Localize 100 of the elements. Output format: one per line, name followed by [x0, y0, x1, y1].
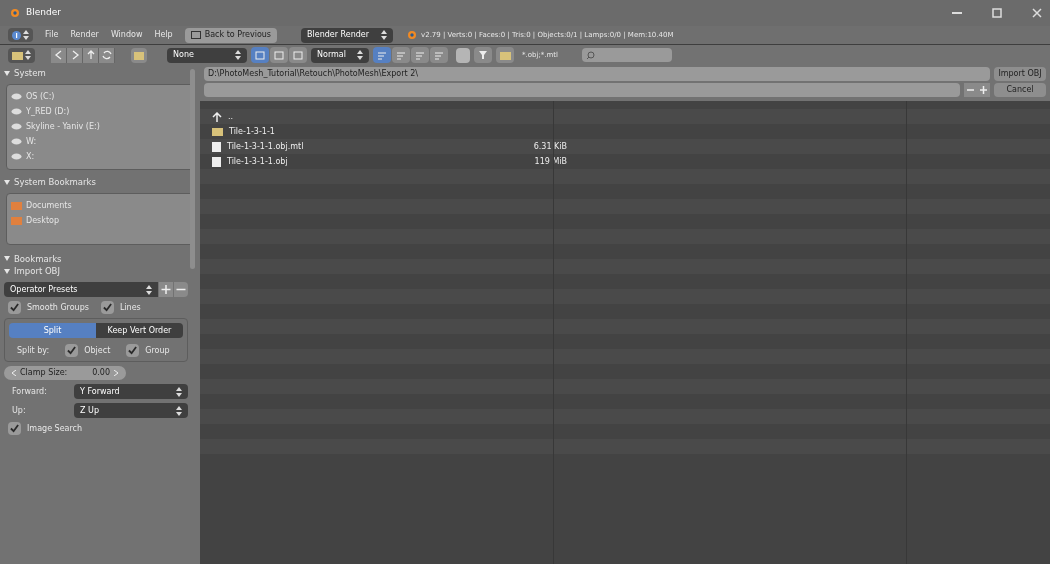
search-icon: [586, 50, 595, 60]
increment-icon[interactable]: [977, 83, 990, 97]
clamp-size-label: Clamp Size:: [20, 367, 68, 379]
drive-icon: [11, 153, 22, 161]
remove-preset-icon[interactable]: [174, 282, 188, 297]
sort-by-size-icon[interactable]: [430, 47, 448, 63]
updown-arrows-icon: [381, 30, 388, 40]
checkbox-label: Lines: [119, 301, 141, 314]
updown-arrows-icon: [176, 386, 182, 397]
recursion-dropdown[interactable]: None: [167, 47, 247, 63]
panel-header[interactable]: Bookmarks: [14, 252, 62, 266]
split-mode-toggle[interactable]: Split: [9, 323, 96, 338]
bookmark-item[interactable]: Desktop: [26, 214, 59, 227]
updown-arrows-icon: [25, 50, 31, 60]
drive-icon: [11, 108, 22, 116]
sort-by-extension-icon[interactable]: [392, 47, 410, 63]
maximize-icon[interactable]: [992, 8, 1002, 18]
screen-icon: [190, 31, 201, 39]
drive-icon: [11, 123, 22, 131]
hide-dot-files-icon[interactable]: [456, 47, 470, 63]
bookmark-item[interactable]: OS (C:): [26, 90, 55, 103]
bookmark-item[interactable]: Y_RED (D:): [26, 105, 70, 118]
folder-icon: [12, 50, 23, 60]
menu-item[interactable]: File: [45, 29, 59, 41]
parent-directory-icon: [212, 111, 222, 122]
axis-dropdown[interactable]: Z Up: [74, 403, 188, 418]
thumbnail-size-dropdown[interactable]: Normal: [311, 47, 369, 63]
bookmark-item[interactable]: W:: [26, 135, 37, 148]
checkbox[interactable]: [65, 344, 79, 357]
sort-alphabetical-icon[interactable]: [373, 47, 391, 63]
panel-header[interactable]: System: [14, 67, 46, 80]
operator-presets-dropdown[interactable]: Operator Presets: [4, 282, 158, 297]
file-name: Tile-1-3-1-1: [229, 125, 276, 138]
blender-logo-icon: [8, 8, 20, 18]
panel-header[interactable]: System Bookmarks: [14, 175, 96, 189]
checkbox-label: Object: [84, 344, 111, 357]
checkbox-label: Image Search: [27, 422, 83, 435]
thumbnails-icon[interactable]: [289, 47, 307, 63]
updown-arrows-icon: [23, 30, 29, 40]
file-name: ..: [228, 110, 235, 123]
menu-item[interactable]: Help: [154, 29, 173, 41]
window-title: Blender: [26, 6, 61, 20]
folder-icon: [212, 127, 223, 136]
updown-arrows-icon: [357, 50, 363, 60]
updown-arrows-icon: [146, 284, 152, 295]
sort-by-time-icon[interactable]: [411, 47, 429, 63]
checkbox[interactable]: [126, 344, 140, 357]
clamp-size-value: 0.00: [92, 367, 110, 379]
folder-icon[interactable]: [496, 47, 514, 63]
checkbox[interactable]: [8, 301, 21, 314]
render-engine-dropdown[interactable]: Blender Render: [301, 27, 394, 43]
directory-field[interactable]: D:\PhotoMesh_Tutorial\Retouch\PhotoMesh\Export 2\: [204, 67, 990, 81]
new-folder-icon[interactable]: [131, 47, 147, 63]
parent-directory-icon[interactable]: [83, 47, 99, 63]
updown-arrows-icon: [235, 50, 241, 60]
blender-logo-icon: [405, 30, 418, 40]
split-mode-toggle[interactable]: Keep Vert Order: [96, 323, 183, 338]
axis-label: Up:: [11, 404, 27, 417]
drive-icon: [11, 93, 22, 101]
expanded-triangle-icon[interactable]: [4, 179, 10, 185]
import-button[interactable]: Import OBJ: [994, 67, 1046, 81]
search-field[interactable]: [582, 48, 672, 62]
checkbox[interactable]: [8, 422, 21, 435]
close-icon[interactable]: [1032, 8, 1042, 18]
clamp-size-field[interactable]: Clamp Size: 0.00: [4, 366, 126, 380]
checkbox-label: Group: [145, 344, 170, 357]
file-name: Tile-1-3-1-1.obj: [227, 155, 289, 168]
checkbox-label: Smooth Groups: [27, 301, 89, 314]
panel-header[interactable]: Import OBJ: [14, 265, 60, 278]
back-to-previous-button[interactable]: Back to Previous: [184, 27, 278, 43]
expanded-triangle-icon[interactable]: [4, 256, 10, 262]
file-icon: [212, 141, 221, 152]
updown-arrows-icon: [176, 405, 182, 416]
bookmark-item[interactable]: Skyline - Yaniv (E:): [26, 120, 100, 133]
decrement-icon[interactable]: [964, 83, 977, 97]
long-list-icon[interactable]: [270, 47, 288, 63]
folder-icon: [11, 201, 22, 210]
expanded-triangle-icon[interactable]: [4, 269, 10, 275]
bookmark-item[interactable]: X:: [26, 150, 35, 163]
menu-item[interactable]: Render: [70, 29, 99, 41]
add-preset-icon[interactable]: [159, 282, 173, 297]
editor-type-button[interactable]: [8, 47, 35, 63]
axis-dropdown[interactable]: Y Forward: [74, 384, 188, 399]
bookmark-item[interactable]: Documents: [26, 199, 72, 212]
file-row[interactable]: Tile-1-3-1-1.obj.mtl 6.31 KiB: [200, 139, 1050, 154]
checkbox[interactable]: [100, 301, 114, 314]
filter-icon[interactable]: [474, 47, 492, 63]
refresh-icon[interactable]: [99, 47, 115, 63]
file-row[interactable]: ..: [200, 109, 1050, 124]
split-by-label: Split by:: [17, 344, 50, 357]
menu-item[interactable]: Window: [110, 29, 143, 41]
filename-field[interactable]: [204, 83, 960, 97]
file-size: 6.31 KiB: [532, 140, 567, 153]
info-button[interactable]: [8, 28, 33, 42]
forward-icon[interactable]: [67, 47, 83, 63]
short-list-icon[interactable]: [251, 47, 269, 63]
expanded-triangle-icon[interactable]: [4, 70, 10, 76]
back-icon[interactable]: [51, 47, 67, 63]
file-name: Tile-1-3-1-1.obj.mtl: [227, 140, 305, 153]
cancel-button[interactable]: Cancel: [994, 83, 1046, 97]
